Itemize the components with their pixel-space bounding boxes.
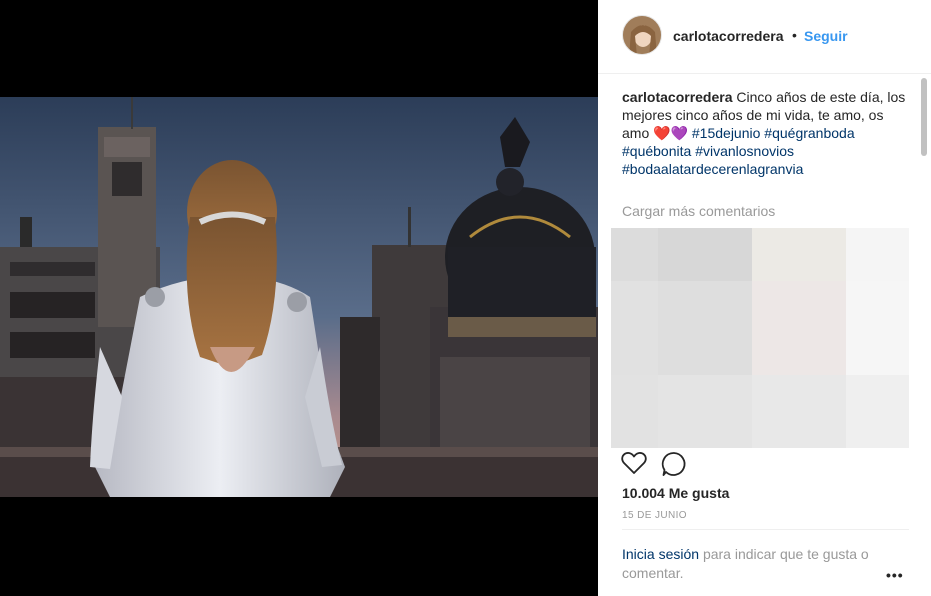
hashtag-link[interactable]: #québonita bbox=[622, 143, 691, 159]
post-actions bbox=[598, 448, 931, 478]
blurred-tile bbox=[846, 281, 909, 375]
hashtag-link[interactable]: #quégranboda bbox=[764, 125, 854, 141]
post-photo[interactable] bbox=[0, 97, 598, 497]
separator-dot: • bbox=[792, 27, 797, 43]
post-username[interactable]: carlotacorredera bbox=[673, 28, 784, 44]
post-panel: carlotacorredera • Seguir carlotacorrede… bbox=[598, 0, 931, 596]
login-link[interactable]: Inicia sesión bbox=[622, 546, 699, 562]
blurred-tile bbox=[658, 281, 752, 375]
hashtag-link[interactable]: #bodaalatardecerenlagranvia bbox=[622, 161, 803, 177]
wedding-photo-image bbox=[0, 97, 598, 497]
caption: carlotacorredera Cinco años de este día,… bbox=[622, 88, 907, 178]
post-media bbox=[0, 0, 598, 596]
blurred-tile bbox=[752, 228, 846, 281]
blurred-tile bbox=[658, 228, 752, 281]
caption-username[interactable]: carlotacorredera bbox=[622, 89, 733, 105]
blurred-tile bbox=[846, 375, 909, 448]
likes-count[interactable]: 10.004 Me gusta bbox=[622, 485, 729, 501]
profile-picture-icon bbox=[623, 16, 661, 54]
blurred-tile bbox=[658, 375, 752, 448]
avatar[interactable] bbox=[622, 15, 662, 55]
blurred-tile bbox=[846, 228, 909, 281]
post-date: 15 DE JUNIO bbox=[622, 510, 687, 521]
load-more-comments-button[interactable]: Cargar más comentarios bbox=[622, 203, 775, 219]
blurred-tile bbox=[611, 281, 658, 375]
divider bbox=[622, 529, 909, 530]
hashtag-link[interactable]: #vivanlosnovios bbox=[695, 143, 794, 159]
login-prompt: Inicia sesión para indicar que te gusta … bbox=[622, 545, 892, 583]
heart-icon[interactable] bbox=[621, 451, 647, 480]
blurred-tile bbox=[611, 228, 658, 281]
blurred-tile bbox=[752, 281, 846, 375]
comments-scrollbar[interactable] bbox=[921, 78, 927, 156]
blurred-tile bbox=[611, 375, 658, 448]
post-header: carlotacorredera • Seguir bbox=[598, 0, 931, 74]
follow-button[interactable]: Seguir bbox=[804, 28, 848, 44]
blurred-tile bbox=[752, 375, 846, 448]
hashtag-link[interactable]: #15dejunio bbox=[692, 125, 761, 141]
blurred-comments-placeholder bbox=[611, 228, 909, 448]
caption-emoji: ❤️💜 bbox=[653, 125, 688, 141]
comment-icon[interactable] bbox=[661, 451, 687, 482]
more-options-button[interactable]: ••• bbox=[886, 567, 904, 583]
